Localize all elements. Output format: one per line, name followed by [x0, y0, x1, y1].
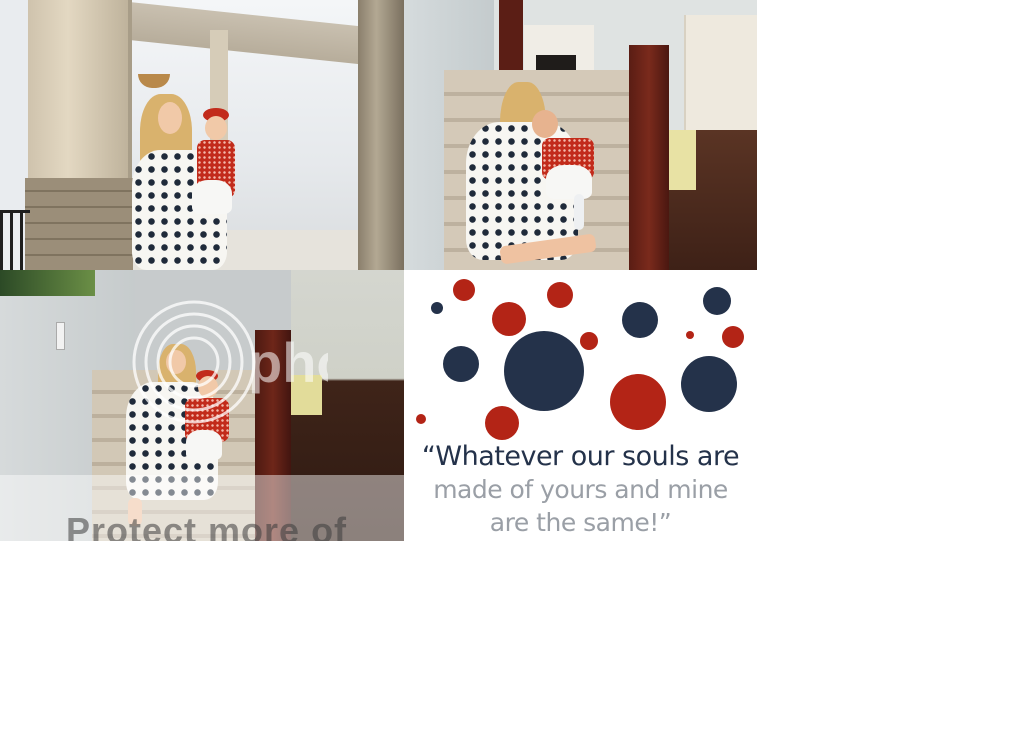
- stairs-kiss-photo: [404, 0, 757, 270]
- iron-railing: [0, 210, 30, 270]
- watermark-caption: Protect more of: [66, 510, 348, 541]
- red-dot: [416, 414, 426, 424]
- red-dot: [547, 282, 573, 308]
- wood-post: [358, 0, 404, 270]
- navy-dot: [622, 302, 658, 338]
- porch-photo: [0, 0, 404, 270]
- quote-line-1: “Whatever our souls are: [421, 441, 740, 472]
- yellow-bench: [666, 130, 696, 190]
- mother-face: [158, 102, 182, 134]
- red-dot: [610, 374, 666, 430]
- stone-base: [25, 178, 133, 270]
- quote-line-3: are the same!”: [489, 508, 672, 537]
- photo-collage: photo Protect more of: [0, 0, 757, 541]
- toddler-legs: [574, 194, 584, 230]
- navy-dot: [504, 331, 584, 411]
- wall-art: [0, 270, 95, 296]
- red-dot: [722, 326, 744, 348]
- red-dot: [485, 406, 519, 440]
- quote-panel: “Whatever our souls are made of yours an…: [404, 270, 757, 541]
- quote-line-2: made of yours and mine: [433, 475, 728, 504]
- red-dot: [492, 302, 526, 336]
- red-dot: [686, 331, 694, 339]
- white-skirt: [192, 180, 232, 214]
- navy-dots: [431, 287, 737, 412]
- white-cabinet: [684, 15, 757, 140]
- toddler-head: [532, 110, 558, 138]
- red-dot: [580, 332, 598, 350]
- navy-dot: [703, 287, 731, 315]
- navy-dot: [431, 302, 443, 314]
- porch-pillar: [28, 0, 132, 185]
- white-skirt: [546, 165, 592, 199]
- navy-dot: [681, 356, 737, 412]
- newel-post: [629, 45, 669, 270]
- photobucket-watermark-icon: photo: [132, 300, 328, 424]
- navy-dot: [443, 346, 479, 382]
- red-dot: [453, 279, 475, 301]
- light-switch: [56, 322, 65, 350]
- watermarked-stairs-photo: photo Protect more of: [0, 270, 404, 541]
- watermark-logo-word: photo: [248, 331, 328, 394]
- toddler-face: [205, 116, 227, 140]
